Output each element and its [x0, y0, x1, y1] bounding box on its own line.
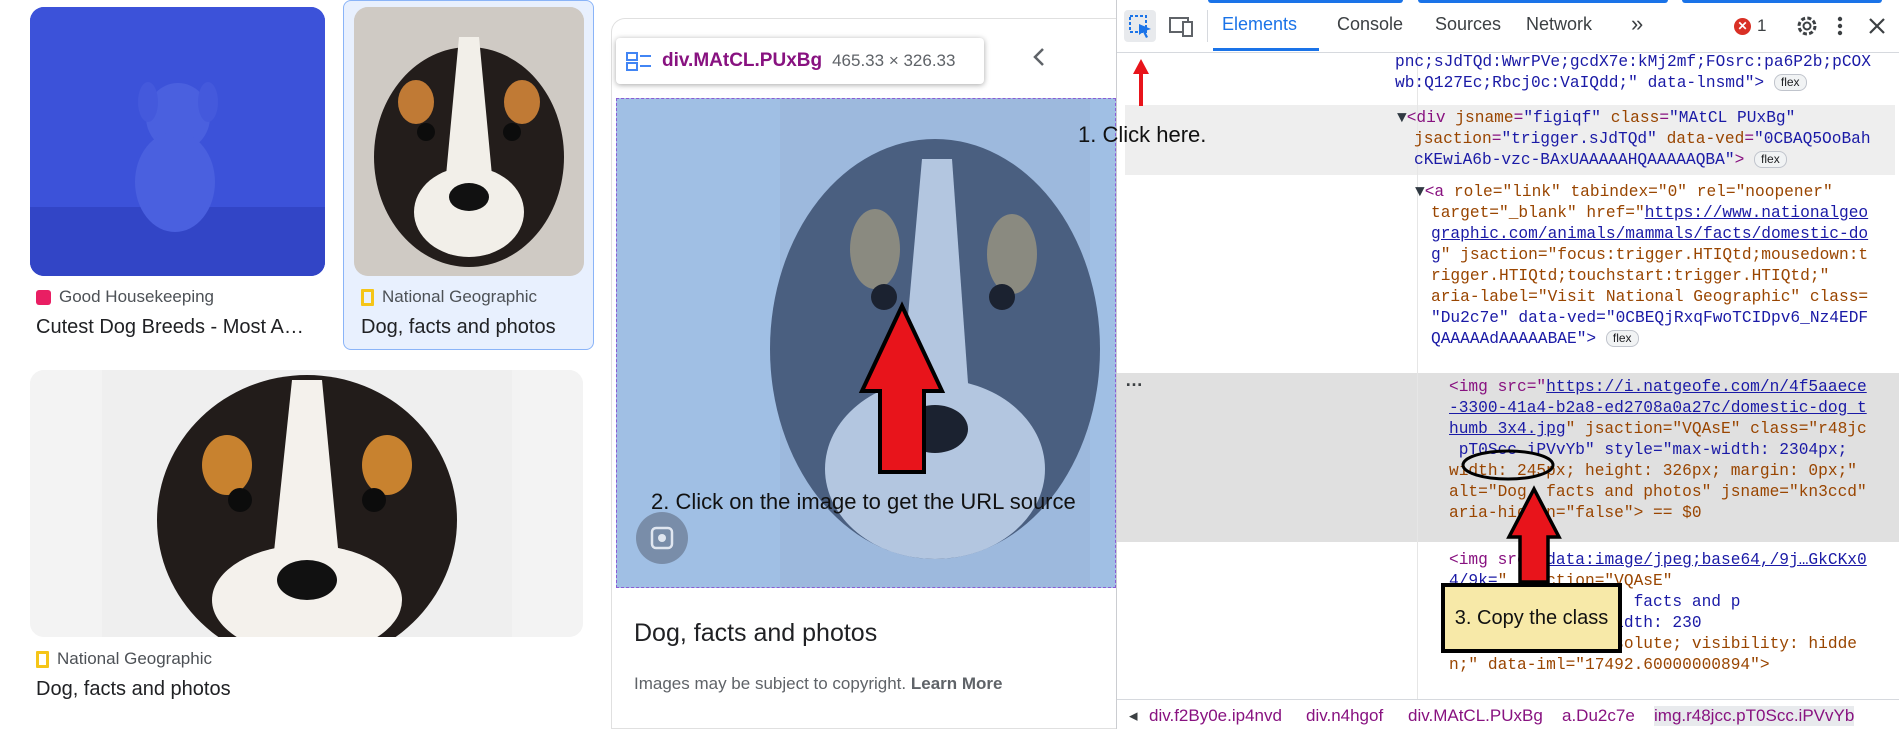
class-highlight-circle [1461, 449, 1555, 481]
arrow-2-icon [858, 301, 946, 474]
annotation-step-1: 1. Click here. [1078, 122, 1207, 147]
arrow-1-icon [1133, 59, 1149, 106]
arrow-3-icon [1506, 485, 1562, 584]
annotation-step-3: 3. Copy the class [1454, 606, 1609, 629]
annotation-step-2: 2. Click on the image to get the URL sou… [651, 489, 1076, 514]
annotation-step-3-box: 3. Copy the class [1441, 583, 1622, 653]
